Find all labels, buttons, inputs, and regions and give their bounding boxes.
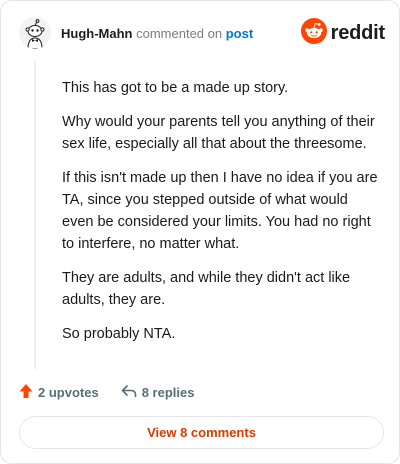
- reddit-wordmark: reddit: [330, 21, 386, 44]
- reddit-logo-icon: [300, 17, 327, 49]
- comment-header: Hugh-Mahn commented on post reddit: [19, 17, 385, 51]
- reply-arrow-icon: [121, 384, 142, 401]
- thread-line[interactable]: [34, 61, 36, 369]
- author-line: Hugh-Mahn commented on post: [61, 26, 253, 42]
- upvote-count: 2 upvotes: [38, 384, 99, 400]
- upvote-arrow-icon: [19, 383, 38, 402]
- comment-paragraph: Why would your parents tell you anything…: [62, 114, 375, 152]
- comment-paragraph: They are adults, and while they didn't a…: [62, 270, 351, 308]
- post-link[interactable]: post: [226, 26, 253, 41]
- reddit-brand[interactable]: reddit: [300, 17, 386, 49]
- upvote-button[interactable]: 2 upvotes: [19, 383, 99, 402]
- comment-paragraph: So probably NTA.: [62, 326, 176, 342]
- replies-button[interactable]: 8 replies: [121, 384, 195, 401]
- comment-paragraph: This has got to be a made up story.: [62, 80, 289, 96]
- commented-on-text: commented on: [136, 26, 223, 41]
- comment-paragraph: If this isn't made up then I have no ide…: [62, 170, 378, 252]
- replies-count: 8 replies: [141, 384, 195, 400]
- author-name[interactable]: Hugh-Mahn: [61, 26, 132, 41]
- comment-card: Hugh-Mahn commented on post reddit This …: [0, 0, 400, 464]
- comment-body: This has got to be a made up story. Why …: [62, 77, 380, 357]
- view-comments-button[interactable]: View 8 comments: [19, 416, 384, 449]
- comment-actions: 2 upvotes 8 replies: [19, 382, 194, 402]
- snoo-avatar-icon[interactable]: [19, 17, 51, 49]
